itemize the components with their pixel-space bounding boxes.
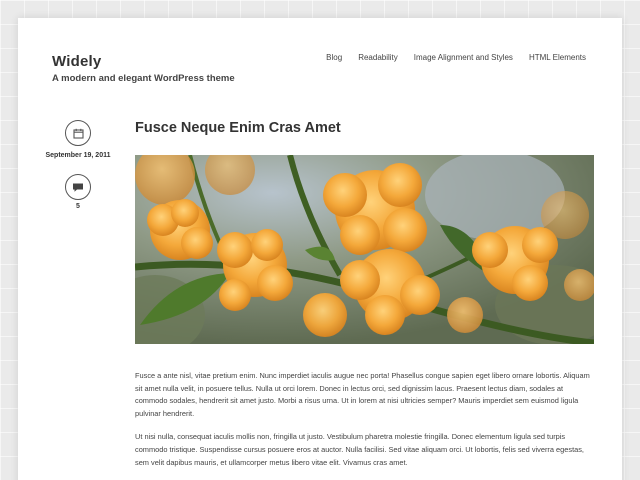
post-paragraph: Fusce a ante nisl, vitae pretium enim. N… (135, 371, 590, 418)
nav-item-blog[interactable]: Blog (326, 53, 342, 62)
post-title[interactable]: Fusce Neque Enim Cras Amet (135, 120, 341, 136)
post-paragraph: Ut nisi nulla, consequat iaculis mollis … (135, 432, 584, 467)
main-nav: Blog Readability Image Alignment and Sty… (326, 53, 586, 62)
featured-image[interactable] (135, 155, 594, 344)
site-description: A modern and elegant WordPress theme (52, 73, 235, 84)
post-date[interactable]: September 19, 2011 (46, 152, 111, 159)
nav-item-html-elements[interactable]: HTML Elements (529, 53, 586, 62)
comment-count[interactable]: 5 (76, 203, 80, 210)
nav-item-readability[interactable]: Readability (358, 53, 398, 62)
nav-item-image-alignment[interactable]: Image Alignment and Styles (414, 53, 513, 62)
speech-bubble-icon[interactable] (65, 174, 91, 200)
post-content: Fusce a ante nisl, vitae pretium enim. N… (135, 370, 594, 480)
calendar-icon (65, 120, 91, 146)
post-meta: September 19, 2011 5 (44, 120, 112, 210)
page-container: Widely A modern and elegant WordPress th… (18, 18, 622, 480)
site-title[interactable]: Widely (52, 53, 101, 70)
